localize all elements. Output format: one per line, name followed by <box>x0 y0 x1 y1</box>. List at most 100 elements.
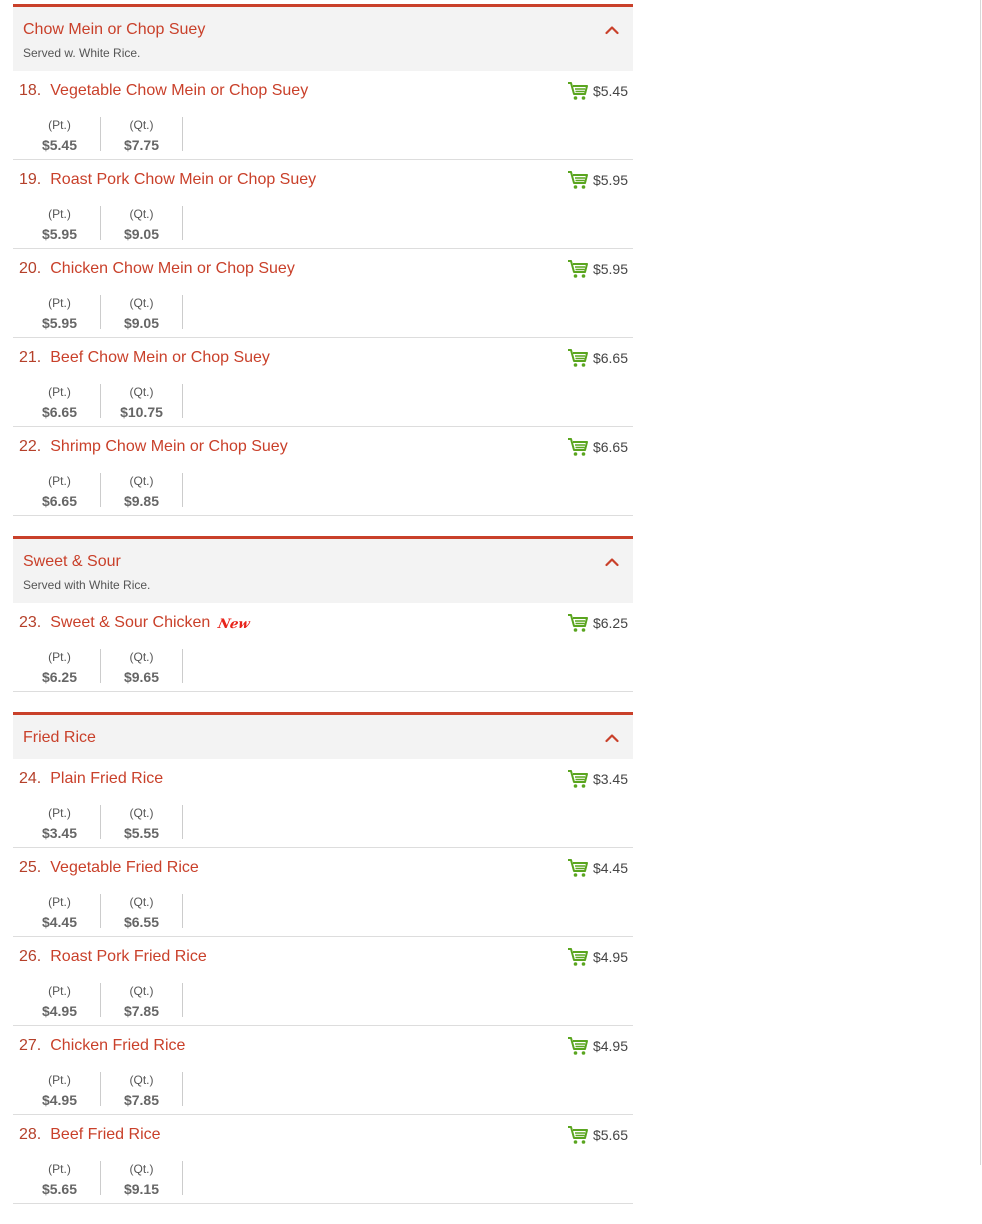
shopping-cart-icon[interactable] <box>567 947 589 967</box>
item-title[interactable]: 18. Vegetable Chow Mein or Chop Suey <box>19 81 308 101</box>
item-name[interactable]: Sweet & Sour Chicken <box>50 614 210 631</box>
size-option[interactable]: (Pt.) $4.45 <box>19 894 101 930</box>
page-right-border <box>980 0 981 1165</box>
add-to-cart-button[interactable]: $5.95 <box>567 259 628 279</box>
menu-item: 20. Chicken Chow Mein or Chop Suey $5.95 (P… <box>13 249 633 338</box>
category-title[interactable]: Chow Mein or Chop Suey <box>23 20 623 40</box>
item-title[interactable]: 25. Vegetable Fried Rice <box>19 858 199 878</box>
item-title[interactable]: 19. Roast Pork Chow Mein or Chop Suey <box>19 170 316 190</box>
shopping-cart-icon[interactable] <box>567 170 589 190</box>
size-label: (Pt.) <box>48 1162 71 1176</box>
category-title[interactable]: Sweet & Sour <box>23 552 623 572</box>
size-option[interactable]: (Pt.) $6.65 <box>19 473 101 509</box>
shopping-cart-icon[interactable] <box>567 81 589 101</box>
cart-price[interactable]: $5.95 <box>593 172 628 188</box>
category-header[interactable]: Sweet & Sour Served with White Rice. <box>13 536 633 603</box>
add-to-cart-button[interactable]: $5.45 <box>567 81 628 101</box>
chevron-up-icon[interactable] <box>605 554 619 567</box>
item-title[interactable]: 27. Chicken Fried Rice <box>19 1036 185 1056</box>
size-option[interactable]: (Pt.) $3.45 <box>19 805 101 841</box>
item-title[interactable]: 23. Sweet & Sour Chicken New <box>19 613 251 634</box>
add-to-cart-button[interactable]: $5.95 <box>567 170 628 190</box>
size-option[interactable]: (Qt.) $5.55 <box>101 805 183 841</box>
item-name[interactable]: Beef Chow Mein or Chop Suey <box>50 349 270 366</box>
cart-price[interactable]: $5.95 <box>593 261 628 277</box>
add-to-cart-button[interactable]: $5.65 <box>567 1125 628 1145</box>
size-option[interactable]: (Pt.) $5.95 <box>19 206 101 242</box>
item-name[interactable]: Roast Pork Chow Mein or Chop Suey <box>50 171 316 188</box>
item-name[interactable]: Roast Pork Fried Rice <box>50 948 207 965</box>
size-label: (Qt.) <box>129 1162 154 1176</box>
size-options: (Pt.) $4.95 (Qt.) $7.85 <box>19 983 183 1019</box>
size-option[interactable]: (Qt.) $7.85 <box>101 1072 183 1108</box>
category-title[interactable]: Fried Rice <box>23 728 623 748</box>
add-to-cart-button[interactable]: $6.65 <box>567 348 628 368</box>
add-to-cart-button[interactable]: $4.45 <box>567 858 628 878</box>
size-option[interactable]: (Pt.) $4.95 <box>19 1072 101 1108</box>
menu-item: 23. Sweet & Sour Chicken New $6.25 (Pt.) $6.2… <box>13 603 633 692</box>
size-options: (Pt.) $6.25 (Qt.) $9.65 <box>19 649 183 685</box>
size-option[interactable]: (Pt.) $5.45 <box>19 117 101 153</box>
size-option[interactable]: (Pt.) $6.25 <box>19 649 101 685</box>
add-to-cart-button[interactable]: $4.95 <box>567 947 628 967</box>
shopping-cart-icon[interactable] <box>567 858 589 878</box>
cart-price[interactable]: $5.65 <box>593 1127 628 1143</box>
size-option[interactable]: (Pt.) $5.65 <box>19 1161 101 1197</box>
size-option[interactable]: (Pt.) $6.65 <box>19 384 101 420</box>
shopping-cart-icon[interactable] <box>567 437 589 457</box>
category-header[interactable]: Chow Mein or Chop Suey Served w. White Ri… <box>13 4 633 71</box>
add-to-cart-button[interactable]: $6.65 <box>567 437 628 457</box>
category-header[interactable]: Fried Rice <box>13 712 633 759</box>
shopping-cart-icon[interactable] <box>567 1036 589 1056</box>
item-name[interactable]: Plain Fried Rice <box>50 770 163 787</box>
item-title[interactable]: 26. Roast Pork Fried Rice <box>19 947 207 967</box>
shopping-cart-icon[interactable] <box>567 259 589 279</box>
size-label: (Qt.) <box>129 207 154 221</box>
size-label: (Qt.) <box>129 984 154 998</box>
size-option[interactable]: (Pt.) $4.95 <box>19 983 101 1019</box>
size-option[interactable]: (Pt.) $5.95 <box>19 295 101 331</box>
item-name[interactable]: Vegetable Chow Mein or Chop Suey <box>50 82 308 99</box>
cart-price[interactable]: $4.95 <box>593 1038 628 1054</box>
size-option[interactable]: (Qt.) $7.85 <box>101 983 183 1019</box>
size-option[interactable]: (Qt.) $7.75 <box>101 117 183 153</box>
size-label: (Pt.) <box>48 474 71 488</box>
size-option[interactable]: (Qt.) $9.65 <box>101 649 183 685</box>
item-name[interactable]: Vegetable Fried Rice <box>50 859 199 876</box>
item-name[interactable]: Shrimp Chow Mein or Chop Suey <box>50 438 287 455</box>
size-label: (Pt.) <box>48 650 71 664</box>
size-option[interactable]: (Qt.) $6.55 <box>101 894 183 930</box>
size-option[interactable]: (Qt.) $9.05 <box>101 295 183 331</box>
cart-price[interactable]: $6.25 <box>593 615 628 631</box>
cart-price[interactable]: $4.45 <box>593 860 628 876</box>
item-title[interactable]: 28. Beef Fried Rice <box>19 1125 161 1145</box>
item-title[interactable]: 24. Plain Fried Rice <box>19 769 163 789</box>
size-option[interactable]: (Qt.) $9.15 <box>101 1161 183 1197</box>
size-option[interactable]: (Qt.) $10.75 <box>101 384 183 420</box>
shopping-cart-icon[interactable] <box>567 348 589 368</box>
add-to-cart-button[interactable]: $6.25 <box>567 613 628 633</box>
size-price: $4.45 <box>41 914 78 930</box>
cart-price[interactable]: $6.65 <box>593 350 628 366</box>
item-title[interactable]: 22. Shrimp Chow Mein or Chop Suey <box>19 437 288 457</box>
cart-price[interactable]: $4.95 <box>593 949 628 965</box>
chevron-up-icon[interactable] <box>605 730 619 743</box>
item-name[interactable]: Beef Fried Rice <box>50 1126 160 1143</box>
cart-price[interactable]: $3.45 <box>593 771 628 787</box>
size-price: $5.45 <box>41 137 78 153</box>
cart-price[interactable]: $5.45 <box>593 83 628 99</box>
add-to-cart-button[interactable]: $4.95 <box>567 1036 628 1056</box>
shopping-cart-icon[interactable] <box>567 769 589 789</box>
size-option[interactable]: (Qt.) $9.05 <box>101 206 183 242</box>
item-title[interactable]: 21. Beef Chow Mein or Chop Suey <box>19 348 270 368</box>
shopping-cart-icon[interactable] <box>567 1125 589 1145</box>
cart-price[interactable]: $6.65 <box>593 439 628 455</box>
add-to-cart-button[interactable]: $3.45 <box>567 769 628 789</box>
item-title[interactable]: 20. Chicken Chow Mein or Chop Suey <box>19 259 295 279</box>
size-label: (Pt.) <box>48 296 71 310</box>
chevron-up-icon[interactable] <box>605 22 619 35</box>
shopping-cart-icon[interactable] <box>567 613 589 633</box>
item-name[interactable]: Chicken Fried Rice <box>50 1037 185 1054</box>
size-option[interactable]: (Qt.) $9.85 <box>101 473 183 509</box>
item-name[interactable]: Chicken Chow Mein or Chop Suey <box>50 260 295 277</box>
